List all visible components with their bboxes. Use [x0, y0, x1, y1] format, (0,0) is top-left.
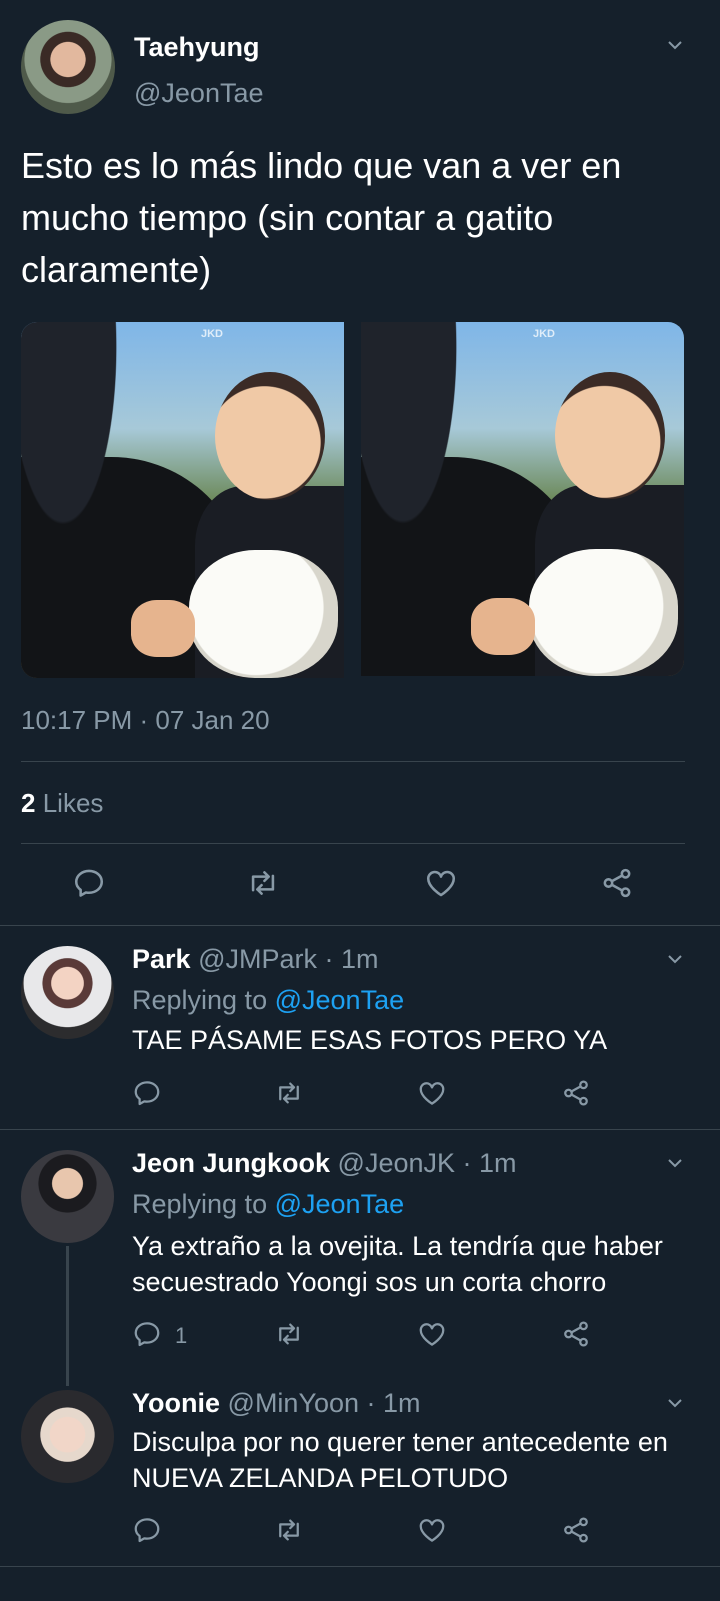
photo-watermark: JKD [201, 328, 224, 340]
reply-header: Jeon Jungkook @JeonJK · 1m [132, 1148, 517, 1179]
handle[interactable]: @MinYoon [228, 1388, 360, 1418]
share-icon[interactable] [561, 1515, 591, 1545]
handle[interactable]: @JMPark [198, 944, 317, 974]
reply-icon[interactable] [132, 1319, 162, 1349]
likes-summary[interactable]: 2 Likes [21, 788, 103, 819]
share-icon[interactable] [600, 866, 634, 900]
divider [21, 761, 685, 762]
reply-text: Disculpa por no querer tener antecedente… [132, 1427, 668, 1493]
time: · 1m [324, 944, 379, 974]
reply-count: 1 [175, 1323, 188, 1348]
handle[interactable]: @JeonJK [338, 1148, 455, 1178]
time: · 1m [366, 1388, 421, 1418]
divider [21, 843, 685, 844]
replying-prefix: Replying to [132, 985, 268, 1015]
replying-handle-link[interactable]: @JeonTae [275, 1189, 405, 1219]
chevron-down-icon[interactable] [668, 38, 682, 52]
tweet-photo-1[interactable]: JKD [21, 322, 344, 678]
share-icon[interactable] [561, 1319, 591, 1349]
timestamp[interactable]: 10:17 PM · 07 Jan 20 [21, 705, 270, 736]
retweet-icon[interactable] [274, 1078, 304, 1108]
reply-header: Park @JMPark · 1m [132, 944, 379, 975]
reply-text: Ya extraño a la ovejita. La tendría que … [132, 1231, 663, 1297]
reply-header: Yoonie @MinYoon · 1m [132, 1388, 421, 1419]
reply-icon[interactable] [132, 1515, 162, 1545]
like-icon[interactable] [417, 1078, 447, 1108]
likes-count: 2 [21, 788, 36, 818]
tweet-photo-2[interactable]: JKD [361, 322, 684, 676]
handle[interactable]: @JeonTae [134, 78, 264, 109]
retweet-icon[interactable] [274, 1319, 304, 1349]
display-name[interactable]: Taehyung [134, 32, 260, 63]
avatar[interactable] [21, 946, 114, 1039]
like-icon[interactable] [424, 866, 458, 900]
chevron-down-icon[interactable] [668, 1156, 682, 1170]
replying-handle-link[interactable]: @JeonTae [275, 985, 405, 1015]
replying-prefix: Replying to [132, 1189, 268, 1219]
replying-to: Replying to @JeonTae [132, 985, 404, 1016]
display-name[interactable]: Yoonie [132, 1388, 220, 1418]
retweet-icon[interactable] [274, 1515, 304, 1545]
avatar[interactable] [21, 20, 115, 114]
photo-watermark: JKD [533, 328, 556, 340]
reply-text: TAE PÁSAME ESAS FOTOS PERO YA [132, 1025, 608, 1055]
avatar[interactable] [21, 1150, 114, 1243]
tweet-text: Esto es lo más lindo que van a ver en mu… [21, 145, 622, 290]
avatar[interactable] [21, 1390, 114, 1483]
divider [0, 1129, 720, 1130]
reply-icon[interactable] [132, 1078, 162, 1108]
replying-to: Replying to @JeonTae [132, 1189, 404, 1220]
divider [0, 1566, 720, 1567]
display-name[interactable]: Jeon Jungkook [132, 1148, 330, 1178]
display-name[interactable]: Park [132, 944, 191, 974]
retweet-icon[interactable] [246, 866, 280, 900]
like-icon[interactable] [417, 1515, 447, 1545]
chevron-down-icon[interactable] [668, 1396, 682, 1410]
share-icon[interactable] [561, 1078, 591, 1108]
chevron-down-icon[interactable] [668, 952, 682, 966]
time: · 1m [462, 1148, 517, 1178]
reply-icon[interactable] [72, 866, 106, 900]
thread-connector [66, 1246, 69, 1386]
likes-label: Likes [42, 788, 104, 818]
divider [0, 925, 720, 926]
like-icon[interactable] [417, 1319, 447, 1349]
